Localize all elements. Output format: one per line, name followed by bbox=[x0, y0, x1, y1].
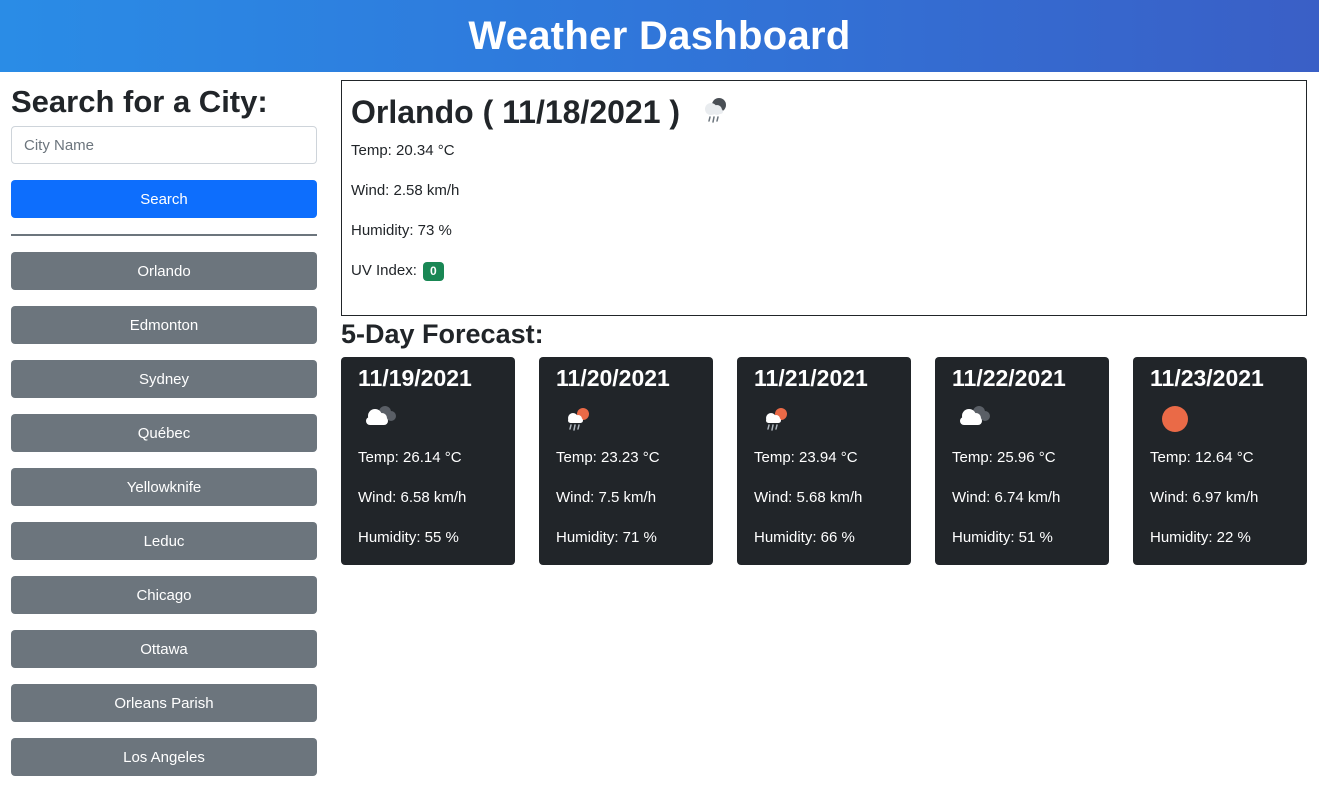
app-header: Weather Dashboard bbox=[0, 0, 1319, 72]
forecast-date: 11/21/2021 bbox=[754, 365, 868, 391]
forecast-heading: 5-Day Forecast: bbox=[341, 319, 544, 349]
forecast-humidity: Humidity: 22 % bbox=[1150, 529, 1251, 546]
current-wind: Wind: 2.58 km/h bbox=[351, 182, 460, 199]
city-search-input[interactable] bbox=[11, 126, 317, 164]
sun-rain-icon bbox=[754, 400, 894, 434]
cloud-rain-icon bbox=[698, 93, 732, 132]
forecast-temp: Temp: 23.94 °C bbox=[754, 449, 858, 466]
forecast-card: 11/23/2021 Temp: 12.64 °C Wind: 6.97 km/… bbox=[1133, 357, 1307, 565]
forecast-humidity: Humidity: 55 % bbox=[358, 529, 459, 546]
search-sidebar: Search for a City: Search Orlando Edmont… bbox=[11, 84, 317, 776]
history-city-button[interactable]: Orleans Parish bbox=[11, 684, 317, 722]
forecast-humidity: Humidity: 66 % bbox=[754, 529, 855, 546]
uv-index-badge: 0 bbox=[423, 261, 444, 281]
history-city-button[interactable]: Québec bbox=[11, 414, 317, 452]
history-city-button[interactable]: Ottawa bbox=[11, 630, 317, 668]
forecast-card: 11/22/2021 Temp: 25.96 °C Wind: 6.74 km/… bbox=[935, 357, 1109, 565]
uv-label: UV Index: bbox=[351, 262, 417, 279]
history-city-button[interactable]: Los Angeles bbox=[11, 738, 317, 776]
page-title: Weather Dashboard bbox=[468, 13, 851, 58]
forecast-humidity: Humidity: 71 % bbox=[556, 529, 657, 546]
current-city-title: Orlando ( 11/18/2021 ) bbox=[351, 93, 681, 130]
forecast-row: 11/19/2021 Temp: 26.14 °C Wind: 6.58 km/… bbox=[341, 357, 1307, 565]
forecast-card: 11/20/2021 Temp: 23.23 °C Wind: 7.5 km/h… bbox=[539, 357, 713, 565]
forecast-date: 11/23/2021 bbox=[1150, 365, 1264, 391]
forecast-date: 11/19/2021 bbox=[358, 365, 472, 391]
forecast-card: 11/19/2021 Temp: 26.14 °C Wind: 6.58 km/… bbox=[341, 357, 515, 565]
forecast-temp: Temp: 25.96 °C bbox=[952, 449, 1056, 466]
forecast-temp: Temp: 26.14 °C bbox=[358, 449, 462, 466]
sun-rain-icon bbox=[556, 400, 696, 434]
forecast-humidity: Humidity: 51 % bbox=[952, 529, 1053, 546]
history-city-button[interactable]: Edmonton bbox=[11, 306, 317, 344]
forecast-wind: Wind: 6.97 km/h bbox=[1150, 489, 1259, 506]
history-city-button[interactable]: Sydney bbox=[11, 360, 317, 398]
divider bbox=[11, 234, 317, 236]
history-city-button[interactable]: Orlando bbox=[11, 252, 317, 290]
forecast-wind: Wind: 6.74 km/h bbox=[952, 489, 1061, 506]
forecast-temp: Temp: 23.23 °C bbox=[556, 449, 660, 466]
forecast-temp: Temp: 12.64 °C bbox=[1150, 449, 1254, 466]
forecast-date: 11/22/2021 bbox=[952, 365, 1066, 391]
forecast-wind: Wind: 6.58 km/h bbox=[358, 489, 467, 506]
current-uv: UV Index: 0 bbox=[351, 251, 1297, 291]
history-city-button[interactable]: Chicago bbox=[11, 576, 317, 614]
forecast-date: 11/20/2021 bbox=[556, 365, 670, 391]
history-city-button[interactable]: Leduc bbox=[11, 522, 317, 560]
current-weather-panel: Orlando ( 11/18/2021 ) Temp: 20.34 °C Wi… bbox=[341, 80, 1307, 316]
search-heading: Search for a City: bbox=[11, 84, 268, 119]
search-history: Orlando Edmonton Sydney Québec Yellowkni… bbox=[11, 252, 317, 792]
current-humidity: Humidity: 73 % bbox=[351, 222, 452, 239]
forecast-card: 11/21/2021 Temp: 23.94 °C Wind: 5.68 km/… bbox=[737, 357, 911, 565]
cloudy-icon bbox=[952, 400, 1092, 434]
current-temp: Temp: 20.34 °C bbox=[351, 142, 455, 159]
forecast-wind: Wind: 5.68 km/h bbox=[754, 489, 863, 506]
cloudy-icon bbox=[358, 400, 498, 434]
history-city-button[interactable]: Yellowknife bbox=[11, 468, 317, 506]
search-button[interactable]: Search bbox=[11, 180, 317, 218]
sun-icon bbox=[1150, 400, 1290, 434]
forecast-wind: Wind: 7.5 km/h bbox=[556, 489, 657, 506]
